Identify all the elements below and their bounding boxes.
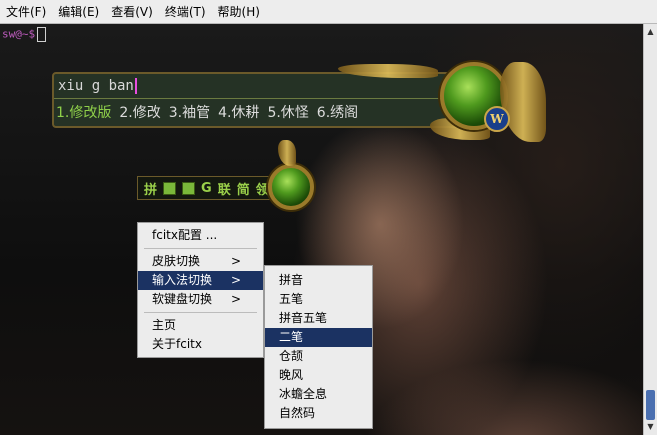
menu-item-softkeyboard-switch[interactable]: 软键盘切换 >	[138, 290, 263, 309]
menu-file[interactable]: 文件(F)	[0, 0, 52, 24]
status-gbk-button[interactable]: G	[199, 181, 214, 196]
submenu-item-wubi[interactable]: 五笔	[265, 290, 372, 309]
submenu-item-bingchan[interactable]: 冰蟾全息	[265, 385, 372, 404]
ime-candidate[interactable]: 2.修改	[119, 102, 160, 122]
ime-candidate[interactable]: 6.绣阁	[317, 102, 358, 122]
menu-item-label: 输入法切换	[152, 273, 213, 287]
warcraft-logo-icon: W	[484, 106, 510, 132]
scrollbar-thumb[interactable]	[646, 390, 655, 420]
menu-item-homepage[interactable]: 主页	[138, 316, 263, 335]
menu-item-about[interactable]: 关于fcitx	[138, 335, 263, 354]
submenu-arrow-icon: >	[230, 273, 241, 287]
submenu-arrow-icon: >	[230, 292, 241, 306]
scroll-down-arrow-icon[interactable]: ▼	[646, 422, 655, 431]
menu-bar: 文件(F) 编辑(E) 查看(V) 终端(T) 帮助(H)	[0, 0, 657, 24]
ime-input-line: xiu g ban	[58, 78, 137, 94]
menu-edit[interactable]: 编辑(E)	[52, 0, 105, 24]
submenu-arrow-icon: >	[230, 254, 241, 268]
menu-help[interactable]: 帮助(H)	[212, 0, 266, 24]
input-method-submenu: 拼音 五笔 拼音五笔 二笔 仓颉 晚风 冰蟾全息 自然码	[264, 265, 373, 429]
prompt-text: sw@~$	[2, 27, 36, 41]
status-association-button[interactable]: 联	[216, 179, 233, 198]
ime-candidate[interactable]: 1.修改版	[56, 102, 111, 122]
status-orb-icon[interactable]	[268, 164, 314, 210]
submenu-item-wanfeng[interactable]: 晚风	[265, 366, 372, 385]
status-punct-icon[interactable]	[163, 181, 177, 195]
menu-item-skin-switch[interactable]: 皮肤切换 >	[138, 252, 263, 271]
ime-candidate-panel: xiu g ban 1.修改版 2.修改 3.袖管 4.休耕 5.休怪 6.绣阁	[52, 72, 492, 128]
status-simplified-button[interactable]: 简	[235, 179, 252, 198]
menu-item-label: fcitx配置 ...	[152, 228, 218, 242]
scroll-up-arrow-icon[interactable]: ▲	[646, 27, 655, 36]
menu-item-label: 主页	[152, 318, 177, 332]
fcitx-context-menu: fcitx配置 ... 皮肤切换 > 输入法切换 > 软键盘切换 > 主页 关于…	[137, 222, 264, 358]
menu-item-im-switch[interactable]: 输入法切换 >	[138, 271, 263, 290]
menu-item-label: 皮肤切换	[152, 254, 201, 268]
menu-terminal[interactable]: 终端(T)	[159, 0, 212, 24]
menu-item-fcitx-config[interactable]: fcitx配置 ...	[138, 226, 263, 245]
ime-candidate[interactable]: 3.袖管	[169, 102, 210, 122]
ime-candidate[interactable]: 5.休怪	[267, 102, 308, 122]
terminal-scrollbar[interactable]: ▲ ▼	[643, 24, 657, 435]
menu-view[interactable]: 查看(V)	[105, 0, 159, 24]
submenu-item-pinyin-wubi[interactable]: 拼音五笔	[265, 309, 372, 328]
menu-item-label: 关于fcitx	[152, 337, 202, 351]
ime-status-bar: 拼 G 联 简 领	[137, 176, 276, 200]
menu-separator	[144, 248, 257, 249]
ime-input-text: xiu g ban	[58, 78, 134, 94]
submenu-item-ziranma[interactable]: 自然码	[265, 404, 372, 423]
terminal-cursor	[37, 27, 47, 42]
terminal-prompt: sw@~$	[2, 27, 47, 42]
ime-separator	[54, 98, 490, 99]
submenu-item-erbi[interactable]: 二笔	[265, 328, 372, 347]
submenu-item-pinyin[interactable]: 拼音	[265, 271, 372, 290]
menu-item-label: 软键盘切换	[152, 292, 213, 306]
ime-candidate[interactable]: 4.休耕	[218, 102, 259, 122]
ime-candidate-list: 1.修改版 2.修改 3.袖管 4.休耕 5.休怪 6.绣阁	[56, 102, 358, 122]
submenu-item-cangjie[interactable]: 仓颉	[265, 347, 372, 366]
ime-caret	[134, 78, 137, 94]
status-fullwidth-icon[interactable]	[182, 181, 196, 195]
status-pinyin-button[interactable]: 拼	[142, 179, 159, 198]
menu-separator	[144, 312, 257, 313]
